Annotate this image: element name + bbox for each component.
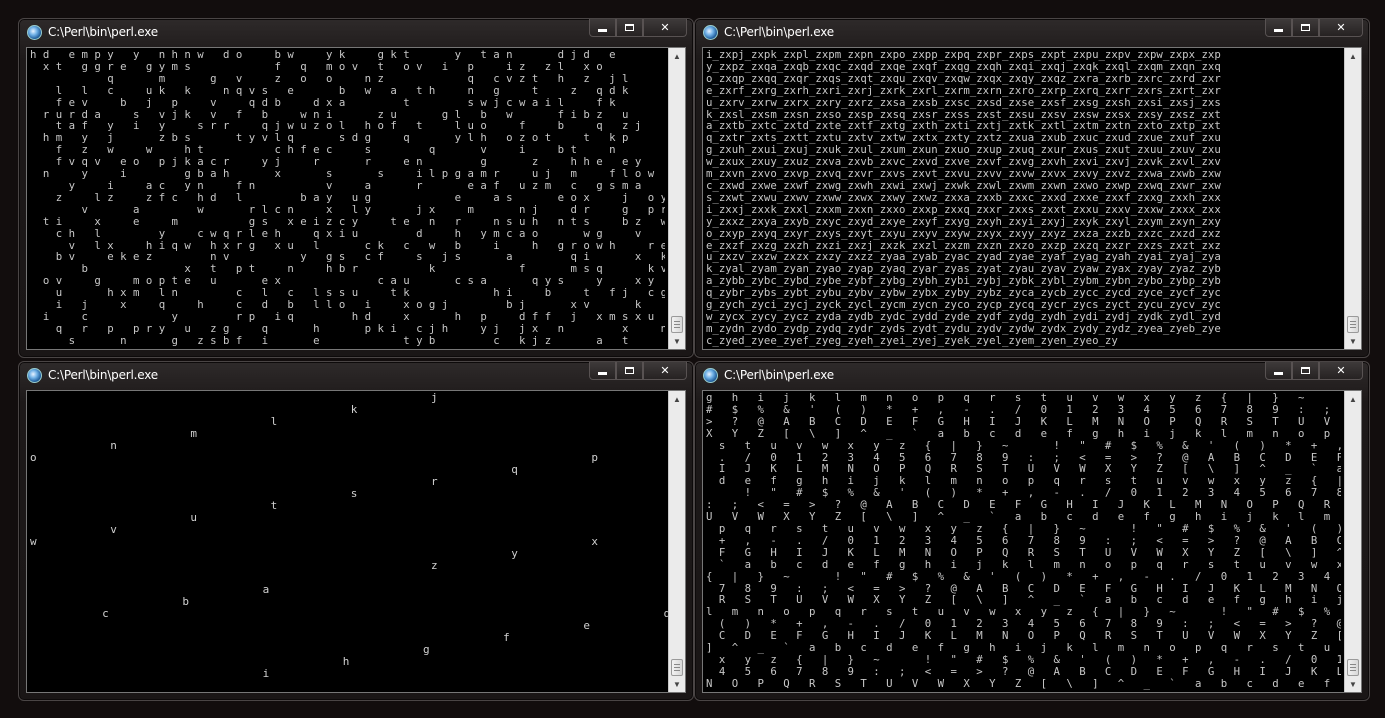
- maximize-icon: [1301, 367, 1310, 374]
- scroll-thumb[interactable]: [671, 316, 683, 333]
- console-area[interactable]: i_zxpj_zxpk_zxpl_zxpm_zxpn_zxpo_zxpp_zxp…: [702, 47, 1362, 350]
- console-char: t: [270, 499, 278, 512]
- console-char: s: [350, 487, 358, 500]
- scroll-down-arrow-icon[interactable]: ▼: [670, 334, 684, 348]
- console-window-top-right[interactable]: C:\Perl\bin\perl.exe ✕ i_zxpj_zxpk_zxpl_…: [694, 18, 1370, 358]
- perl-app-icon[interactable]: [27, 25, 42, 40]
- vertical-scrollbar[interactable]: ▲ ▼: [668, 48, 685, 349]
- scroll-thumb[interactable]: [671, 659, 683, 676]
- console-char: x: [591, 535, 599, 548]
- scroll-thumb[interactable]: [1347, 316, 1359, 333]
- minimize-icon: [1274, 29, 1283, 32]
- console-area[interactable]: jklmnopqrstuvwxyzabcdefghi ▲ ▼: [26, 390, 686, 693]
- scroll-down-arrow-icon[interactable]: ▼: [670, 677, 684, 691]
- minimize-icon: [598, 372, 607, 375]
- console-char: w: [30, 535, 37, 548]
- console-char: z: [431, 559, 438, 572]
- close-button[interactable]: ✕: [1319, 362, 1363, 380]
- console-output: i_zxpj_zxpk_zxpl_zxpm_zxpn_zxpo_zxpp_zxp…: [706, 49, 1221, 347]
- scroll-thumb[interactable]: [1347, 659, 1359, 676]
- window-titlebar[interactable]: C:\Perl\bin\perl.exe ✕: [19, 19, 693, 45]
- console-char: r: [431, 475, 438, 488]
- console-char: j: [431, 391, 438, 404]
- vertical-scrollbar[interactable]: ▲ ▼: [1344, 48, 1361, 349]
- console-char: b: [182, 595, 189, 608]
- window-title: C:\Perl\bin\perl.exe: [48, 368, 158, 382]
- console-char: l: [270, 415, 278, 428]
- maximize-icon: [1301, 24, 1310, 31]
- scroll-down-arrow-icon[interactable]: ▼: [1346, 334, 1360, 348]
- console-char: v: [110, 523, 117, 536]
- console-char: a: [262, 583, 270, 596]
- close-button[interactable]: ✕: [643, 362, 687, 380]
- console-output: g h i j k l m n o p q r s t u v w x y z …: [706, 392, 1341, 690]
- scroll-down-arrow-icon[interactable]: ▼: [1346, 677, 1360, 691]
- console-char: c: [102, 607, 109, 620]
- close-icon: ✕: [660, 364, 670, 377]
- console-char: e: [583, 619, 590, 632]
- console-output: h d e m p y y n h n w d o b w y k g k t …: [30, 49, 665, 347]
- console-window-bottom-right[interactable]: C:\Perl\bin\perl.exe ✕ g h i j k l m n o…: [694, 361, 1370, 701]
- console-window-top-left[interactable]: C:\Perl\bin\perl.exe ✕ h d e m p y y n h…: [18, 18, 694, 358]
- console-window-bottom-left[interactable]: C:\Perl\bin\perl.exe ✕ j k l m n o p q r s t u v w x y z…: [18, 361, 694, 701]
- close-icon: ✕: [660, 21, 670, 34]
- minimize-button[interactable]: [589, 362, 616, 380]
- close-button[interactable]: ✕: [1319, 19, 1363, 37]
- maximize-icon: [625, 24, 634, 31]
- minimize-button[interactable]: [1265, 19, 1292, 37]
- console-char: p: [591, 451, 599, 464]
- console-area[interactable]: g h i j k l m n o p q r s t u v w x y z …: [702, 390, 1362, 693]
- maximize-button[interactable]: [1292, 362, 1319, 380]
- minimize-button[interactable]: [1265, 362, 1292, 380]
- window-title: C:\Perl\bin\perl.exe: [724, 25, 834, 39]
- vertical-scrollbar[interactable]: ▲ ▼: [1344, 391, 1361, 692]
- window-titlebar[interactable]: C:\Perl\bin\perl.exe ✕: [695, 362, 1369, 388]
- window-titlebar[interactable]: C:\Perl\bin\perl.exe ✕: [695, 19, 1369, 45]
- minimize-button[interactable]: [589, 19, 616, 37]
- window-title: C:\Perl\bin\perl.exe: [48, 25, 158, 39]
- console-char: o: [30, 451, 37, 464]
- console-area[interactable]: h d e m p y y n h n w d o b w y k g k t …: [26, 47, 686, 350]
- window-titlebar[interactable]: C:\Perl\bin\perl.exe ✕: [19, 362, 693, 388]
- scroll-up-arrow-icon[interactable]: ▲: [670, 49, 684, 63]
- perl-app-icon[interactable]: [703, 368, 718, 383]
- console-output: jklmnopqrstuvwxyzabcdefghi: [30, 391, 670, 692]
- console-char: f: [503, 631, 510, 644]
- minimize-icon: [598, 29, 607, 32]
- maximize-button[interactable]: [616, 19, 643, 37]
- scroll-up-arrow-icon[interactable]: ▲: [670, 392, 684, 406]
- maximize-button[interactable]: [616, 362, 643, 380]
- console-char: i: [262, 667, 270, 680]
- perl-app-icon[interactable]: [703, 25, 718, 40]
- close-icon: ✕: [1336, 21, 1346, 34]
- console-char: n: [110, 439, 117, 452]
- minimize-icon: [1274, 372, 1283, 375]
- scroll-up-arrow-icon[interactable]: ▲: [1346, 392, 1360, 406]
- window-title: C:\Perl\bin\perl.exe: [724, 368, 834, 382]
- console-char: g: [422, 643, 430, 656]
- maximize-icon: [625, 367, 634, 374]
- console-char: h: [342, 655, 350, 668]
- close-button[interactable]: ✕: [643, 19, 687, 37]
- scroll-up-arrow-icon[interactable]: ▲: [1346, 49, 1360, 63]
- close-icon: ✕: [1336, 364, 1346, 377]
- perl-app-icon[interactable]: [27, 368, 42, 383]
- console-char: u: [190, 511, 198, 524]
- console-char: m: [190, 427, 198, 440]
- maximize-button[interactable]: [1292, 19, 1319, 37]
- vertical-scrollbar[interactable]: ▲ ▼: [668, 391, 685, 692]
- console-char: q: [511, 463, 518, 476]
- console-char: y: [511, 547, 518, 560]
- console-char: k: [350, 403, 358, 416]
